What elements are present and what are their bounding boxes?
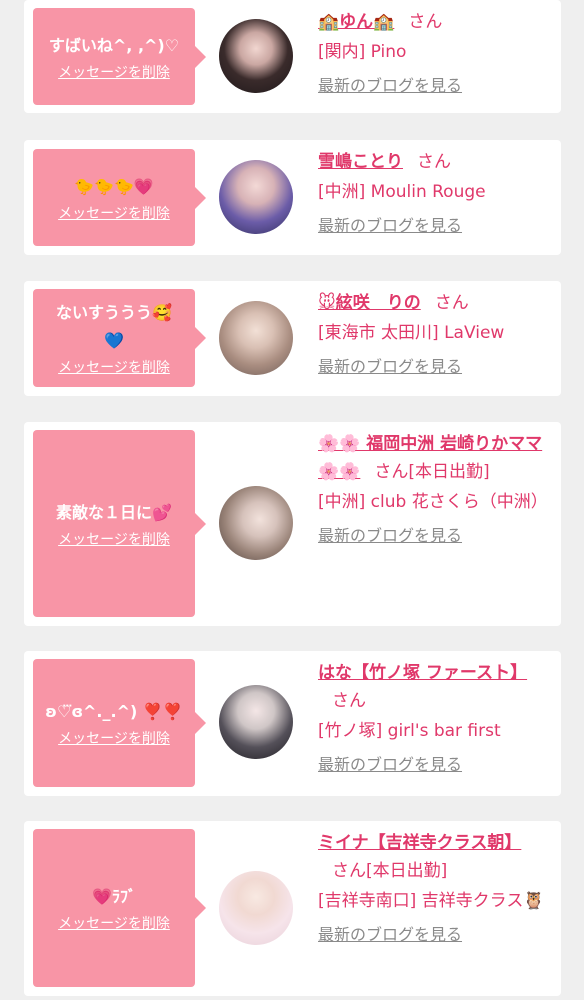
cast-name: 🌸🌸 福岡中洲 岩崎りかママ 🌸🌸 さん[本日出勤] xyxy=(318,430,548,486)
avatar[interactable] xyxy=(219,871,293,945)
message-bubble: ʚ♡⃛ɞ^._.^) ❣️❣️ メッセージを削除 xyxy=(33,659,206,787)
delete-message-link[interactable]: メッセージを削除 xyxy=(58,529,170,549)
message-text: 素敵な１日に💕 xyxy=(56,502,172,522)
avatar[interactable] xyxy=(219,19,293,93)
shop-name: [東海市 太田川] LaView xyxy=(318,323,505,343)
latest-blog-link[interactable]: 最新のブログを見る xyxy=(318,522,548,546)
latest-blog-link[interactable]: 最新のブログを見る xyxy=(318,921,548,945)
message-bubble: 素敵な１日に💕 メッセージを削除 xyxy=(33,430,206,617)
shop-name: [関内] Pino xyxy=(318,42,407,62)
cast-name: ミイナ【吉祥寺クラス朝】さん[本日出勤] xyxy=(318,829,548,885)
cast-name: 🏫ゆん🏫 さん xyxy=(318,8,548,36)
latest-blog-link[interactable]: 最新のブログを見る xyxy=(318,751,548,775)
avatar[interactable] xyxy=(219,301,293,375)
delete-message-link[interactable]: メッセージを削除 xyxy=(58,728,170,748)
honorific: さん[本日出勤] xyxy=(374,462,490,482)
honorific: さん xyxy=(417,152,451,172)
message-card: 🐤🐤🐤💗 メッセージを削除 雪嶋ことり さん [中洲] Moulin Rouge … xyxy=(24,140,561,255)
delete-message-link[interactable]: メッセージを削除 xyxy=(58,203,170,223)
honorific: さん xyxy=(434,293,469,313)
message-text: すばいね^, ,^)♡ xyxy=(48,35,180,55)
cast-name: 🐭絃咲 りの さん xyxy=(318,289,548,317)
message-text: ないすううう🥰💙 xyxy=(56,303,172,350)
cast-name-link[interactable]: はな【竹ノ塚 ファースト】 xyxy=(318,663,527,683)
message-card: 素敵な１日に💕 メッセージを削除 🌸🌸 福岡中洲 岩崎りかママ 🌸🌸 さん[本日出… xyxy=(24,422,561,626)
message-bubble: 🐤🐤🐤💗 メッセージを削除 xyxy=(33,149,206,246)
avatar[interactable] xyxy=(219,160,293,234)
shop-name: [竹ノ塚] girl's bar first xyxy=(318,721,501,741)
cast-name: はな【竹ノ塚 ファースト】さん xyxy=(318,659,548,715)
shop-name: [中洲] club 花さくら（中洲） xyxy=(318,492,548,512)
cast-name: 雪嶋ことり さん xyxy=(318,148,548,176)
cast-name-link[interactable]: 雪嶋ことり xyxy=(318,152,403,172)
honorific: さん[本日出勤] xyxy=(332,861,448,881)
message-card: ʚ♡⃛ɞ^._.^) ❣️❣️ メッセージを削除 はな【竹ノ塚 ファースト】さん… xyxy=(24,651,561,796)
message-bubble: すばいね^, ,^)♡ メッセージを削除 xyxy=(33,8,206,105)
latest-blog-link[interactable]: 最新のブログを見る xyxy=(318,353,548,377)
message-bubble: 💗ﾗﾌﾞ メッセージを削除 xyxy=(33,829,206,987)
latest-blog-link[interactable]: 最新のブログを見る xyxy=(318,212,548,236)
message-text: ʚ♡⃛ɞ^._.^) ❣️❣️ xyxy=(45,702,183,721)
cast-name-link[interactable]: 🏫ゆん🏫 xyxy=(318,12,394,32)
cast-name-link[interactable]: ミイナ【吉祥寺クラス朝】 xyxy=(318,833,521,853)
shop-name: [中洲] Moulin Rouge xyxy=(318,182,486,202)
shop-name: [吉祥寺南口] 吉祥寺クラス🦉 xyxy=(318,891,545,911)
delete-message-link[interactable]: メッセージを削除 xyxy=(58,913,170,933)
latest-blog-link[interactable]: 最新のブログを見る xyxy=(318,72,548,96)
message-text: 🐤🐤🐤💗 xyxy=(74,176,154,196)
message-bubble: ないすううう🥰💙 メッセージを削除 xyxy=(33,289,206,387)
message-card: すばいね^, ,^)♡ メッセージを削除 🏫ゆん🏫 さん [関内] Pino 最新… xyxy=(24,0,561,113)
message-card: ないすううう🥰💙 メッセージを削除 🐭絃咲 りの さん [東海市 太田川] LaV… xyxy=(24,281,561,396)
honorific: さん xyxy=(408,12,443,32)
message-card: 💗ﾗﾌﾞ メッセージを削除 ミイナ【吉祥寺クラス朝】さん[本日出勤] [吉祥寺南… xyxy=(24,821,561,996)
delete-message-link[interactable]: メッセージを削除 xyxy=(58,357,170,377)
avatar[interactable] xyxy=(219,685,293,759)
delete-message-link[interactable]: メッセージを削除 xyxy=(58,62,170,82)
avatar[interactable] xyxy=(219,486,293,560)
message-text: 💗ﾗﾌﾞ xyxy=(92,887,136,906)
honorific: さん xyxy=(332,691,366,711)
cast-name-link[interactable]: 🐭絃咲 りの xyxy=(318,293,421,313)
